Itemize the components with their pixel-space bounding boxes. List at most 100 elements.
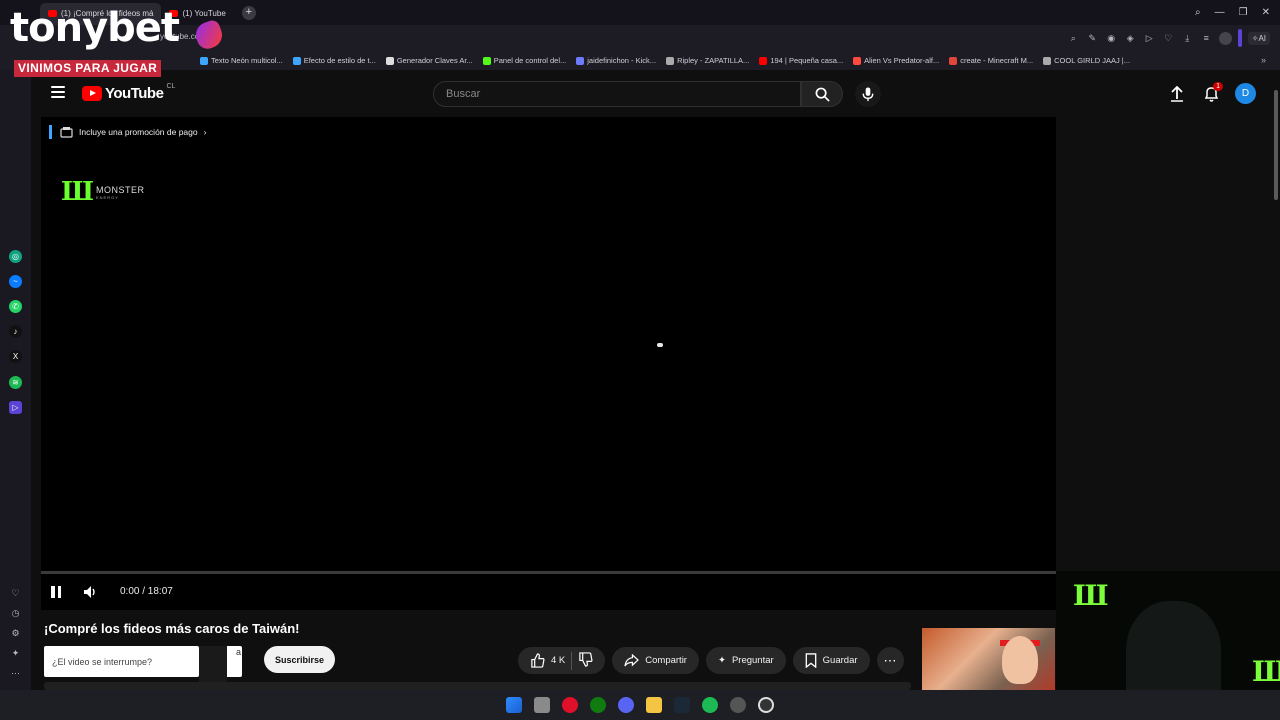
bookmark-item[interactable]: 194 | Pequeña casa... — [759, 56, 843, 65]
task-view-icon[interactable] — [534, 697, 550, 713]
browser-toolbar: ⌕ ✎ ◉ ◈ ▷ ♡ ⤓ ≡ ✧AI — [1067, 29, 1270, 47]
history-icon[interactable]: ◷ — [10, 608, 21, 619]
windows-start-icon[interactable] — [506, 697, 522, 713]
save-label: Guardar — [822, 655, 858, 666]
country-code: CL — [166, 83, 176, 90]
pause-button[interactable] — [51, 586, 61, 598]
bookmark-icon — [385, 56, 394, 65]
bookmark-item[interactable]: Efecto de estilo de t... — [292, 56, 376, 65]
more-icon[interactable]: ⋯ — [10, 668, 21, 679]
camera-icon[interactable]: ◉ — [1105, 32, 1118, 45]
thumbs-down-icon — [579, 651, 593, 667]
bookmarks-overflow-icon[interactable]: » — [1261, 55, 1266, 65]
shield-icon[interactable]: ◈ — [1124, 32, 1137, 45]
youtube-wordmark: YouTube — [105, 85, 164, 102]
streamer-silhouette — [1126, 601, 1221, 690]
like-button[interactable]: 4 K — [530, 653, 565, 668]
bookmark-item[interactable]: COOL GIRLD JAAJ |... — [1043, 56, 1130, 65]
messenger-icon[interactable]: ~ — [9, 275, 22, 288]
settings-icon[interactable]: ⚙ — [10, 628, 21, 639]
scrollbar-thumb[interactable] — [1274, 90, 1278, 200]
dislike-button[interactable] — [578, 651, 593, 670]
recommended-video-thumbnail[interactable] — [922, 628, 1055, 690]
notifications-button[interactable]: 1 — [1201, 81, 1223, 104]
app-icon[interactable] — [730, 697, 746, 713]
heart-icon[interactable]: ♡ — [1162, 32, 1175, 45]
address-bar: youtube.com/ ⌕ ✎ ◉ ◈ ▷ ♡ ⤓ ≡ ✧AI — [0, 25, 1280, 51]
close-button[interactable]: ✕ — [1262, 7, 1270, 18]
bookmark-item[interactable]: Ripley - ZAPATILLA... — [666, 56, 749, 65]
upload-button[interactable] — [1167, 84, 1187, 104]
x-icon[interactable]: X — [9, 350, 22, 363]
restore-button[interactable]: ❐ — [1239, 7, 1248, 18]
save-button[interactable]: Guardar — [792, 647, 870, 674]
volume-icon — [84, 586, 95, 598]
whatsapp-icon[interactable]: ✆ — [9, 300, 22, 313]
tips-icon[interactable]: ✦ — [10, 648, 21, 659]
bookmark-item[interactable]: Texto Neón multicol... — [200, 56, 283, 65]
os-taskbar — [0, 690, 1280, 720]
ask-label: Preguntar — [731, 655, 774, 666]
paid-promotion-notice[interactable]: Incluye una promoción de pago › — [49, 125, 206, 139]
chatgpt-icon[interactable]: ◎ — [9, 250, 22, 263]
channel-area: a — [199, 646, 242, 688]
obs-icon[interactable] — [758, 697, 774, 713]
sponsor-logo: Ш MONSTER ENERGY — [61, 179, 144, 205]
interrupt-label: ¿El video se interrumpe? — [52, 656, 153, 667]
avatar[interactable]: D — [1235, 83, 1256, 104]
steam-icon[interactable] — [674, 697, 690, 713]
ai-button[interactable]: ✧AI — [1247, 31, 1270, 45]
streamer-webcam: Ш Ш — [1056, 571, 1280, 690]
video-interrupted-prompt[interactable]: ¿El video se interrumpe? — [44, 646, 199, 677]
profile-icon[interactable] — [1218, 31, 1232, 45]
sponsor-logo-subtext: ENERGY — [95, 194, 119, 200]
spotify-icon[interactable] — [702, 697, 718, 713]
loading-spinner — [657, 343, 663, 347]
bookmark-icon — [200, 56, 208, 65]
bookmark-item[interactable]: Panel de control del... — [482, 56, 567, 65]
volume-button[interactable] — [83, 585, 97, 604]
promotion-label: Incluye una promoción de pago — [79, 127, 198, 137]
new-tab-button[interactable]: + — [241, 5, 256, 20]
spotify-icon[interactable]: ≋ — [9, 376, 22, 389]
xbox-icon[interactable] — [590, 697, 606, 713]
minimize-button[interactable]: — — [1215, 7, 1225, 18]
progress-bar[interactable] — [41, 571, 1056, 574]
bookmark-item[interactable]: Alien Vs Predator-alf... — [853, 56, 939, 65]
description-preview[interactable] — [44, 682, 911, 690]
bookmark-item[interactable]: Generador Claves Ar... — [385, 56, 473, 65]
thumbnail-face — [1002, 636, 1038, 684]
youtube-logo[interactable]: YouTube CL — [82, 83, 176, 102]
bookmark-label: Alien Vs Predator-alf... — [864, 56, 940, 65]
player-icon[interactable]: ▷ — [9, 401, 22, 414]
download-icon[interactable]: ⤓ — [1181, 32, 1194, 45]
more-actions-button[interactable]: ⋯ — [876, 647, 904, 674]
voice-search-button[interactable] — [855, 81, 881, 107]
microphone-icon — [862, 86, 874, 101]
search-icon — [815, 87, 830, 102]
menu-icon[interactable]: ≡ — [1200, 32, 1213, 45]
ask-button[interactable]: ✦ Preguntar — [705, 647, 786, 674]
more-icon: ⋯ — [883, 652, 897, 668]
video-player[interactable]: Incluye una promoción de pago › Ш MONSTE… — [41, 117, 1056, 610]
search-input[interactable] — [434, 82, 800, 106]
search-tabs-icon[interactable]: ⌕ — [1195, 7, 1201, 18]
accent-bar — [1237, 29, 1242, 47]
share-button[interactable]: Compartir — [612, 647, 699, 674]
opera-gx-icon[interactable] — [562, 697, 578, 713]
play-icon[interactable]: ▷ — [1143, 32, 1156, 45]
file-explorer-icon[interactable] — [646, 697, 662, 713]
chevron-right-icon: › — [203, 127, 207, 137]
hamburger-menu-icon[interactable] — [51, 86, 65, 98]
heart-icon[interactable]: ♡ — [10, 588, 21, 599]
bookmark-label: Panel de control del... — [493, 56, 567, 65]
bookmark-item[interactable]: create - Minecraft M... — [949, 56, 1033, 65]
search-button[interactable] — [801, 81, 843, 107]
edit-icon[interactable]: ✎ — [1086, 32, 1099, 45]
bookmark-item[interactable]: jaidefinichon - Kick... — [576, 56, 656, 65]
upload-icon — [1171, 85, 1183, 102]
subscribe-button[interactable]: Suscribirse — [264, 646, 336, 673]
zoom-icon[interactable]: ⌕ — [1067, 32, 1080, 45]
tiktok-icon[interactable]: ♪ — [9, 325, 22, 338]
discord-icon[interactable] — [618, 697, 634, 713]
